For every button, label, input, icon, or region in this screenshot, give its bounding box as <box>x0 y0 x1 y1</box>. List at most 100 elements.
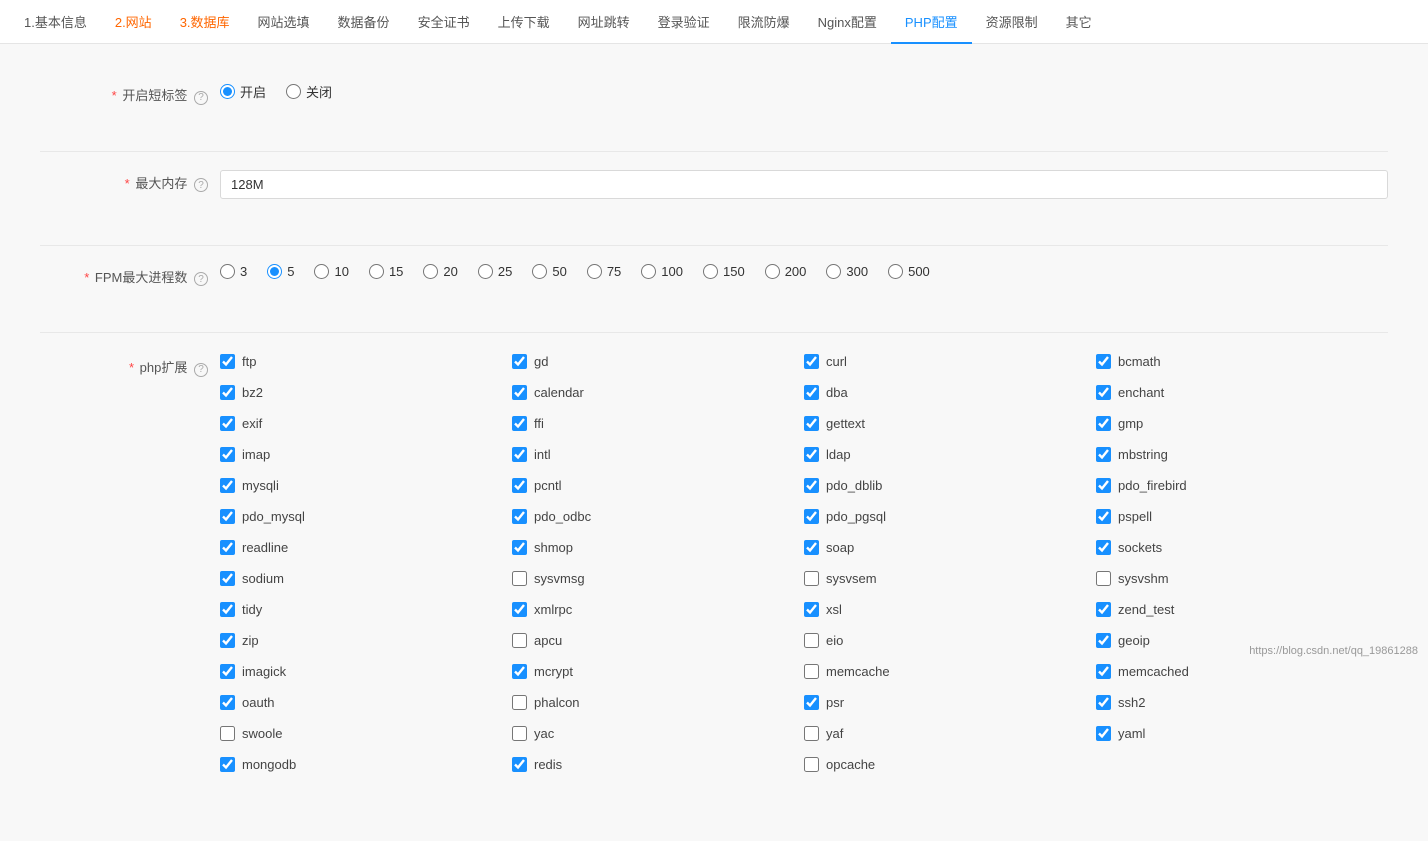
fpm-radio-20[interactable] <box>423 264 438 279</box>
checkbox-mysqli[interactable] <box>220 478 235 493</box>
nav-item-other[interactable]: 其它 <box>1052 0 1106 44</box>
checkbox-swoole[interactable] <box>220 726 235 741</box>
checkbox-eio[interactable] <box>804 633 819 648</box>
fpm-radio-75[interactable] <box>587 264 602 279</box>
checkbox-shmop[interactable] <box>512 540 527 555</box>
fpm-radio-500[interactable] <box>888 264 903 279</box>
fpm-radio-150[interactable] <box>703 264 718 279</box>
max-memory-input[interactable] <box>220 170 1388 199</box>
checkbox-soap[interactable] <box>804 540 819 555</box>
nav-item-php[interactable]: PHP配置 <box>891 0 972 44</box>
checkbox-ffi[interactable] <box>512 416 527 431</box>
fpm-option-75[interactable]: 75 <box>587 264 621 279</box>
help-icon[interactable]: ? <box>194 272 208 286</box>
short-tag-option-on[interactable]: 开启 <box>220 82 266 101</box>
fpm-radio-3[interactable] <box>220 264 235 279</box>
checkbox-pdo_mysql[interactable] <box>220 509 235 524</box>
fpm-option-20[interactable]: 20 <box>423 264 457 279</box>
checkbox-yaml[interactable] <box>1096 726 1111 741</box>
checkbox-pdo_odbc[interactable] <box>512 509 527 524</box>
checkbox-sysvshm[interactable] <box>1096 571 1111 586</box>
nav-item-auth[interactable]: 登录验证 <box>644 0 724 44</box>
checkbox-memcache[interactable] <box>804 664 819 679</box>
checkbox-yac[interactable] <box>512 726 527 741</box>
checkbox-memcached[interactable] <box>1096 664 1111 679</box>
checkbox-pcntl[interactable] <box>512 478 527 493</box>
nav-item-database[interactable]: 3.数据库 <box>166 0 244 44</box>
nav-item-nginx[interactable]: Nginx配置 <box>804 0 891 44</box>
checkbox-sockets[interactable] <box>1096 540 1111 555</box>
fpm-option-500[interactable]: 500 <box>888 264 930 279</box>
checkbox-ldap[interactable] <box>804 447 819 462</box>
fpm-option-3[interactable]: 3 <box>220 264 247 279</box>
checkbox-mcrypt[interactable] <box>512 664 527 679</box>
nav-item-basic[interactable]: 1.基本信息 <box>10 0 101 44</box>
fpm-radio-5[interactable] <box>267 264 282 279</box>
fpm-radio-50[interactable] <box>532 264 547 279</box>
fpm-option-10[interactable]: 10 <box>314 264 348 279</box>
checkbox-bcmath[interactable] <box>1096 354 1111 369</box>
fpm-radio-15[interactable] <box>369 264 384 279</box>
nav-item-site-options[interactable]: 网站选填 <box>244 0 324 44</box>
fpm-option-200[interactable]: 200 <box>765 264 807 279</box>
fpm-radio-10[interactable] <box>314 264 329 279</box>
fpm-option-5[interactable]: 5 <box>267 264 294 279</box>
checkbox-gmp[interactable] <box>1096 416 1111 431</box>
checkbox-yaf[interactable] <box>804 726 819 741</box>
checkbox-imap[interactable] <box>220 447 235 462</box>
checkbox-imagick[interactable] <box>220 664 235 679</box>
fpm-radio-300[interactable] <box>826 264 841 279</box>
nav-item-resource[interactable]: 资源限制 <box>972 0 1052 44</box>
fpm-radio-25[interactable] <box>478 264 493 279</box>
checkbox-sysvsem[interactable] <box>804 571 819 586</box>
short-tag-radio-on[interactable] <box>220 84 235 99</box>
checkbox-pdo_dblib[interactable] <box>804 478 819 493</box>
checkbox-opcache[interactable] <box>804 757 819 772</box>
nav-item-upload[interactable]: 上传下载 <box>484 0 564 44</box>
checkbox-bz2[interactable] <box>220 385 235 400</box>
checkbox-tidy[interactable] <box>220 602 235 617</box>
checkbox-dba[interactable] <box>804 385 819 400</box>
checkbox-pspell[interactable] <box>1096 509 1111 524</box>
nav-item-website[interactable]: 2.网站 <box>101 0 166 44</box>
checkbox-pdo_pgsql[interactable] <box>804 509 819 524</box>
checkbox-phalcon[interactable] <box>512 695 527 710</box>
fpm-option-25[interactable]: 25 <box>478 264 512 279</box>
help-icon[interactable]: ? <box>194 178 208 192</box>
nav-item-redirect[interactable]: 网址跳转 <box>564 0 644 44</box>
checkbox-mbstring[interactable] <box>1096 447 1111 462</box>
checkbox-zip[interactable] <box>220 633 235 648</box>
fpm-option-100[interactable]: 100 <box>641 264 683 279</box>
checkbox-geoip[interactable] <box>1096 633 1111 648</box>
checkbox-apcu[interactable] <box>512 633 527 648</box>
fpm-option-300[interactable]: 300 <box>826 264 868 279</box>
fpm-option-150[interactable]: 150 <box>703 264 745 279</box>
checkbox-zend_test[interactable] <box>1096 602 1111 617</box>
short-tag-option-off[interactable]: 关闭 <box>286 82 332 101</box>
nav-item-limit[interactable]: 限流防爆 <box>724 0 804 44</box>
checkbox-pdo_firebird[interactable] <box>1096 478 1111 493</box>
checkbox-psr[interactable] <box>804 695 819 710</box>
checkbox-xmlrpc[interactable] <box>512 602 527 617</box>
checkbox-mongodb[interactable] <box>220 757 235 772</box>
checkbox-xsl[interactable] <box>804 602 819 617</box>
checkbox-redis[interactable] <box>512 757 527 772</box>
checkbox-intl[interactable] <box>512 447 527 462</box>
checkbox-curl[interactable] <box>804 354 819 369</box>
fpm-option-50[interactable]: 50 <box>532 264 566 279</box>
short-tag-radio-off[interactable] <box>286 84 301 99</box>
checkbox-enchant[interactable] <box>1096 385 1111 400</box>
fpm-option-15[interactable]: 15 <box>369 264 403 279</box>
nav-item-backup[interactable]: 数据备份 <box>324 0 404 44</box>
checkbox-ftp[interactable] <box>220 354 235 369</box>
fpm-radio-100[interactable] <box>641 264 656 279</box>
checkbox-exif[interactable] <box>220 416 235 431</box>
checkbox-gd[interactable] <box>512 354 527 369</box>
help-icon[interactable]: ? <box>194 363 208 377</box>
checkbox-ssh2[interactable] <box>1096 695 1111 710</box>
checkbox-readline[interactable] <box>220 540 235 555</box>
nav-item-ssl[interactable]: 安全证书 <box>404 0 484 44</box>
checkbox-gettext[interactable] <box>804 416 819 431</box>
help-icon[interactable]: ? <box>194 91 208 105</box>
checkbox-sodium[interactable] <box>220 571 235 586</box>
